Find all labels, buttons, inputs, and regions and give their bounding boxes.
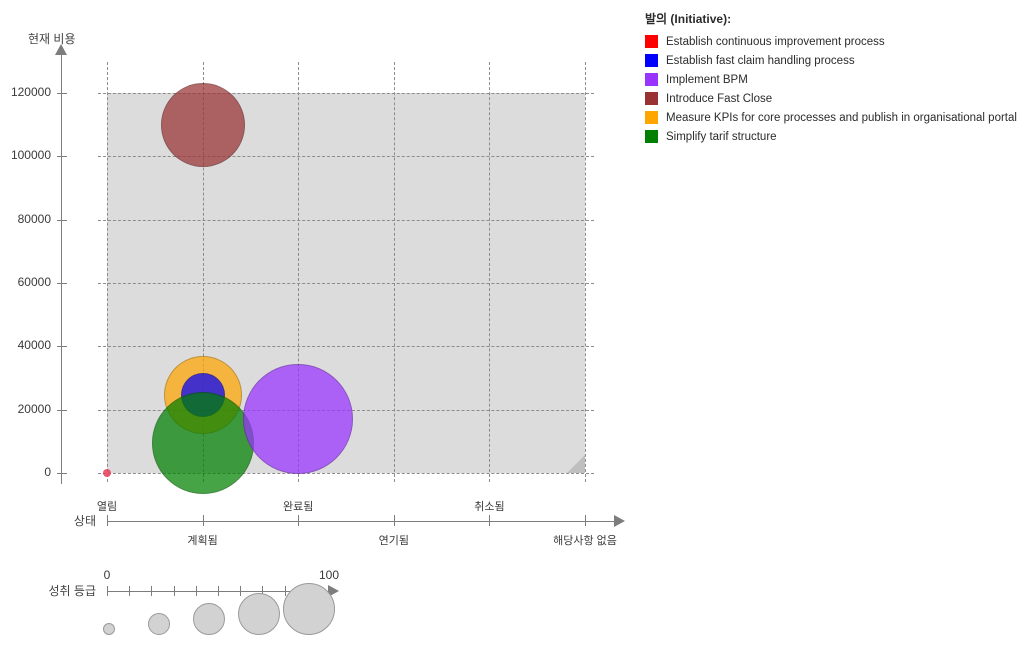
y-axis-title: 현재 비용 [28, 32, 76, 46]
size-axis-tick-label: 100 [318, 568, 340, 582]
size-legend-bubble [148, 613, 170, 635]
y-axis-tick [57, 346, 67, 348]
y-axis-tick-label: 80000 [17, 211, 51, 226]
x-axis-arrow-icon [614, 515, 625, 527]
y-axis-tick [57, 409, 67, 411]
gridline-horizontal [98, 346, 594, 348]
gridline-vertical [393, 62, 395, 482]
size-axis-tick [218, 586, 219, 596]
x-axis-tick [489, 515, 491, 526]
x-axis-tick-label: 완료됨 [283, 501, 314, 513]
x-axis-tick-label: 연기됨 [378, 535, 409, 547]
legend-item[interactable]: Establish continuous improvement process [645, 34, 1020, 49]
legend-item[interactable]: Implement BPM [645, 72, 1020, 87]
y-axis-tick [57, 93, 67, 94]
y-axis-line [61, 52, 62, 484]
x-axis-title: 상태 [73, 514, 96, 528]
legend: 발의 (Initiative): Establish continuous im… [645, 10, 1020, 148]
y-axis-tick-label: 100000 [10, 148, 51, 163]
size-axis-tick [195, 586, 197, 596]
legend-items: Establish continuous improvement process… [645, 34, 1020, 144]
x-axis-line [107, 521, 615, 522]
size-legend-bubble [103, 623, 115, 635]
bubble-data-point[interactable] [160, 82, 245, 167]
x-axis-tick-label: 해당사항 없음 [553, 535, 617, 547]
legend-item[interactable]: Introduce Fast Close [645, 91, 1020, 106]
gridline-horizontal [98, 93, 594, 94]
y-axis-tick-label: 0 [44, 465, 51, 479]
legend-item-label: Measure KPIs for core processes and publ… [666, 111, 1017, 124]
gridline-vertical [585, 62, 586, 482]
gridline-vertical [489, 62, 491, 482]
legend-color-swatch [645, 35, 658, 48]
size-axis-tick [240, 586, 242, 596]
x-axis-tick [202, 515, 204, 526]
size-axis-tick [151, 586, 153, 596]
legend-color-swatch [645, 92, 658, 105]
gridline-horizontal [98, 156, 594, 158]
y-axis-tick-label: 40000 [17, 338, 51, 353]
y-axis-tick-label: 60000 [17, 275, 51, 289]
x-axis-tick-label: 열림 [96, 501, 118, 513]
y-axis-tick [57, 156, 67, 158]
legend-item[interactable]: Establish fast claim handling process [645, 53, 1020, 68]
legend-item-label: Simplify tarif structure [666, 130, 777, 143]
x-axis-tick-label: 취소됨 [474, 501, 505, 513]
legend-item-label: Introduce Fast Close [666, 92, 773, 105]
gridline-vertical [107, 62, 108, 482]
size-legend-bubble [238, 593, 280, 635]
bubble-data-point[interactable] [243, 364, 354, 475]
bubble-data-point[interactable] [151, 391, 254, 494]
size-axis-tick [129, 586, 131, 596]
x-axis-tick [393, 515, 395, 526]
legend-item-label: Implement BPM [666, 73, 748, 86]
gridline-horizontal [98, 283, 594, 284]
legend-color-swatch [645, 111, 658, 124]
legend-color-swatch [645, 73, 658, 86]
legend-item-label: Establish fast claim handling process [666, 54, 855, 67]
legend-item[interactable]: Measure KPIs for core processes and publ… [645, 110, 1020, 125]
x-axis-tick [107, 515, 108, 526]
legend-color-swatch [645, 54, 658, 67]
size-legend-bubble [193, 603, 225, 635]
size-legend-bubble [283, 583, 335, 635]
y-axis-tick [57, 283, 67, 284]
size-axis-title: 성취 등급 [48, 584, 97, 598]
legend-item[interactable]: Simplify tarif structure [645, 129, 1020, 144]
y-axis-tick [57, 219, 67, 221]
size-axis-tick [107, 586, 108, 596]
y-axis-tick-label: 20000 [17, 401, 51, 416]
legend-color-swatch [645, 130, 658, 143]
size-axis-tick [284, 586, 286, 596]
x-axis-tick [585, 515, 586, 526]
bubble-data-point[interactable] [103, 469, 111, 477]
plot-corner-marker [567, 455, 585, 473]
x-axis-tick-label: 계획됨 [187, 535, 218, 547]
x-axis-tick [298, 515, 300, 526]
gridline-horizontal [98, 219, 594, 221]
legend-item-label: Establish continuous improvement process [666, 35, 885, 48]
size-axis-tick-label: 0 [103, 568, 111, 582]
size-axis-tick [173, 586, 175, 596]
y-axis-tick-label: 120000 [10, 85, 51, 99]
y-axis-tick [57, 473, 67, 474]
legend-title: 발의 (Initiative): [645, 12, 732, 26]
